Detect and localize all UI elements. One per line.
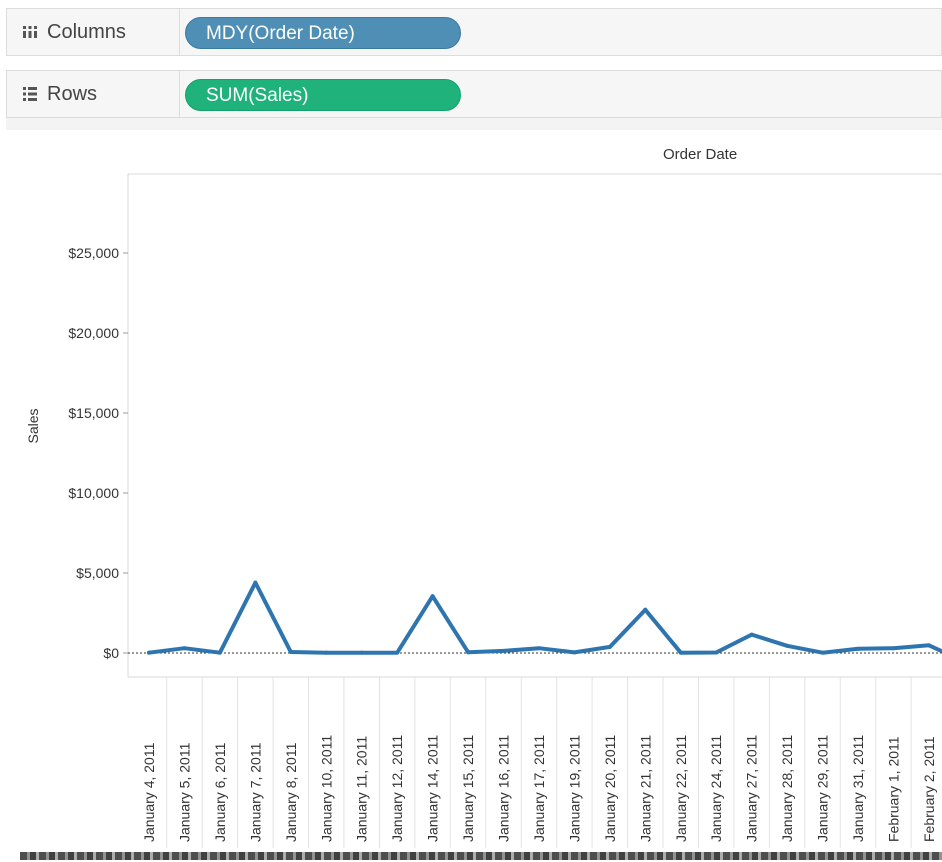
x-tick-label: February 1, 2011 xyxy=(885,736,901,842)
marks-layer xyxy=(147,580,942,655)
y-tick-label: $5,000 xyxy=(76,565,119,581)
y-tick-label: $20,000 xyxy=(68,325,119,341)
sales-data-point xyxy=(359,650,364,655)
sales-data-point xyxy=(856,646,860,651)
sales-data-point xyxy=(466,650,471,655)
sales-data-point xyxy=(572,650,577,655)
x-tick-label: January 27, 2011 xyxy=(744,735,760,842)
sales-data-point xyxy=(147,650,151,655)
sales-data-point xyxy=(926,643,931,648)
sales-data-point xyxy=(820,650,825,655)
x-tick-label: January 29, 2011 xyxy=(815,735,831,842)
sales-data-point xyxy=(395,650,400,655)
x-tick-label: January 14, 2011 xyxy=(425,735,441,842)
x-tick-label: January 31, 2011 xyxy=(850,735,866,842)
x-tick-label: January 16, 2011 xyxy=(496,735,512,842)
sales-data-point xyxy=(643,607,648,612)
x-tick-label: February 2, 2011 xyxy=(921,736,937,842)
x-tick-label: January 19, 2011 xyxy=(566,735,582,842)
x-tick-label: January 10, 2011 xyxy=(318,735,334,842)
sales-data-point xyxy=(430,594,435,599)
x-tick-label: January 17, 2011 xyxy=(531,735,547,842)
x-tick-label: January 4, 2011 xyxy=(141,742,157,842)
sales-data-point xyxy=(891,646,896,651)
x-tick-label: January 20, 2011 xyxy=(602,735,618,842)
x-tick-label: January 11, 2011 xyxy=(354,736,370,842)
sales-data-point xyxy=(288,650,293,655)
x-tick-label: January 12, 2011 xyxy=(389,735,405,842)
sales-data-point xyxy=(607,644,612,649)
sales-line-chart: $0 $5,000 $10,000 $15,000 $20,000 $25,000 Sale… xyxy=(25,173,942,848)
x-tick-label: January 22, 2011 xyxy=(673,735,689,842)
x-tick-label: January 15, 2011 xyxy=(460,735,476,842)
labels-layer: $0 $5,000 $10,000 $15,000 $20,000 $25,000 Sale… xyxy=(25,245,937,842)
sales-data-point xyxy=(785,643,790,648)
sales-series-line xyxy=(147,580,942,655)
y-tick-label: $10,000 xyxy=(68,485,119,501)
x-tick-label: January 24, 2011 xyxy=(708,735,724,842)
y-axis-title: Sales xyxy=(25,408,41,443)
x-tick-label: January 7, 2011 xyxy=(247,742,263,842)
sales-data-point xyxy=(182,646,187,651)
x-tick-label: January 6, 2011 xyxy=(212,742,228,842)
x-tick-label: January 8, 2011 xyxy=(283,742,299,842)
y-tick-label: $15,000 xyxy=(68,405,119,421)
y-tick-label: $25,000 xyxy=(68,245,119,261)
x-tick-label: January 28, 2011 xyxy=(779,735,795,842)
sales-data-point xyxy=(678,650,683,655)
sales-data-point xyxy=(324,650,329,655)
redacted-scribble xyxy=(20,852,942,860)
sales-data-point xyxy=(253,580,258,585)
sales-data-point xyxy=(217,650,222,655)
x-tick-label: January 5, 2011 xyxy=(176,742,192,842)
y-tick-label: $0 xyxy=(103,645,119,661)
sales-data-point xyxy=(714,650,719,655)
sales-data-point xyxy=(749,632,754,637)
sales-data-point xyxy=(501,648,506,653)
sales-data-point xyxy=(536,646,541,651)
x-tick-label: January 21, 2011 xyxy=(637,735,653,842)
